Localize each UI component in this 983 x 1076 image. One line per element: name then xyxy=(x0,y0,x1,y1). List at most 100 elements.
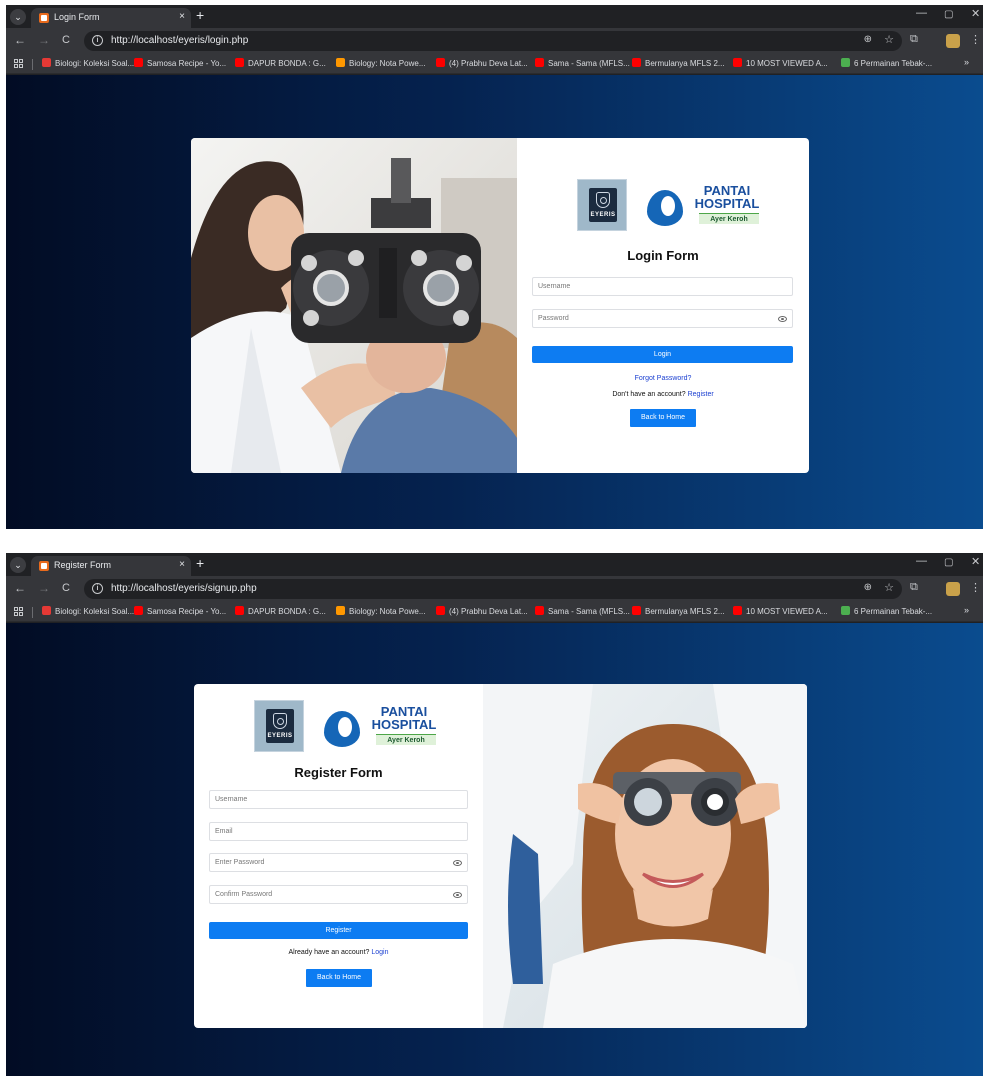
login-button[interactable]: Login xyxy=(532,346,793,363)
password-input[interactable]: Enter Password xyxy=(209,853,468,872)
maximize-icon[interactable]: ▢ xyxy=(944,9,953,20)
tab-search-icon[interactable]: ⌄ xyxy=(10,557,26,573)
bookmark-label: 6 Permainan Tebak-... xyxy=(854,607,933,616)
bookmark-item[interactable]: (4) Prabhu Deva Lat... xyxy=(436,606,528,619)
bookmark-favicon-icon xyxy=(436,58,445,67)
bookmarks-overflow-icon[interactable]: » xyxy=(964,605,969,615)
back-icon[interactable]: ← xyxy=(14,581,26,595)
page-viewport: EYERIS PANTAI HOSPITAL Ayer Keroh Regist… xyxy=(6,623,983,1076)
apps-grid-icon[interactable] xyxy=(14,607,24,617)
bookmark-favicon-icon xyxy=(436,606,445,615)
confirm-password-placeholder: Confirm Password xyxy=(215,891,273,898)
new-tab-icon[interactable]: + xyxy=(196,7,204,23)
bookmark-favicon-icon xyxy=(42,58,51,67)
bookmark-item[interactable]: (4) Prabhu Deva Lat... xyxy=(436,58,528,71)
tab-search-icon[interactable]: ⌄ xyxy=(10,9,26,25)
bookmark-label: Biologi: Koleksi Soal... xyxy=(55,59,135,68)
back-to-home-button[interactable]: Back to Home xyxy=(630,409,696,427)
menu-kebab-icon[interactable]: ⋮ xyxy=(970,33,981,46)
back-icon[interactable]: ← xyxy=(14,33,26,47)
bookmarks-overflow-icon[interactable]: » xyxy=(964,57,969,67)
forward-icon[interactable]: → xyxy=(38,33,50,47)
bookmark-item[interactable]: Sama - Sama (MFLS... xyxy=(535,58,630,71)
bookmark-item[interactable]: Biology: Nota Powe... xyxy=(336,58,425,71)
bookmark-item[interactable]: DAPUR BONDA : G... xyxy=(235,58,326,71)
new-tab-icon[interactable]: + xyxy=(196,555,204,571)
address-bar[interactable]: i http://localhost/eyeris/signup.php ⊕ ☆ xyxy=(84,579,902,599)
tab-login-form[interactable]: Login Form × xyxy=(31,8,191,28)
profile-avatar[interactable] xyxy=(946,582,960,596)
forgot-password-link[interactable]: Forgot Password? xyxy=(635,375,692,382)
bookmark-item[interactable]: Sama - Sama (MFLS... xyxy=(535,606,630,619)
username-input[interactable]: Username xyxy=(532,277,793,296)
password-input[interactable]: Password xyxy=(532,309,793,328)
bookmark-label: (4) Prabhu Deva Lat... xyxy=(449,607,528,616)
reload-icon[interactable]: C xyxy=(62,582,70,594)
bookmark-favicon-icon xyxy=(733,606,742,615)
register-button[interactable]: Register xyxy=(209,922,468,939)
window-close-icon[interactable]: ✕ xyxy=(971,555,980,568)
bookmark-item[interactable]: 10 MOST VIEWED A... xyxy=(733,58,828,71)
extensions-icon[interactable]: ⧉ xyxy=(910,33,918,46)
email-input[interactable]: Email xyxy=(209,822,468,841)
profile-avatar[interactable] xyxy=(946,34,960,48)
browser-toolbar: ← → C i http://localhost/eyeris/signup.p… xyxy=(6,576,983,602)
apps-grid-icon[interactable] xyxy=(14,59,24,69)
forgot-password-row: Forgot Password? xyxy=(517,375,809,382)
bookmark-favicon-icon xyxy=(235,606,244,615)
address-bar[interactable]: i http://localhost/eyeris/login.php ⊕ ☆ xyxy=(84,31,902,51)
login-form-pane: EYERIS PANTAI HOSPITAL Ayer Keroh Login … xyxy=(517,138,809,473)
bookmark-item[interactable]: 6 Permainan Tebak-... xyxy=(841,58,932,71)
bookmark-star-icon[interactable]: ☆ xyxy=(884,581,894,594)
bookmark-label: (4) Prabhu Deva Lat... xyxy=(449,59,528,68)
bookmark-label: DAPUR BONDA : G... xyxy=(248,59,326,68)
confirm-password-input[interactable]: Confirm Password xyxy=(209,885,468,904)
zoom-icon[interactable]: ⊕ xyxy=(864,34,872,45)
trial-frame-illustration xyxy=(483,684,807,1028)
back-to-home-button[interactable]: Back to Home xyxy=(306,969,372,987)
forward-icon[interactable]: → xyxy=(38,581,50,595)
tab-register-form[interactable]: Register Form × xyxy=(31,556,191,576)
bookmark-star-icon[interactable]: ☆ xyxy=(884,33,894,46)
tab-close-icon[interactable]: × xyxy=(179,11,185,22)
bookmark-item[interactable]: Biologi: Koleksi Soal... xyxy=(42,606,134,619)
tab-strip: ⌄ Register Form × + — ▢ ✕ xyxy=(6,553,983,576)
reload-icon[interactable]: C xyxy=(62,34,70,46)
bookmark-favicon-icon xyxy=(632,58,641,67)
url-text[interactable]: http://localhost/eyeris/login.php xyxy=(111,35,248,46)
url-text[interactable]: http://localhost/eyeris/signup.php xyxy=(111,583,257,594)
show-password-icon[interactable] xyxy=(453,860,462,866)
minimize-icon[interactable]: — xyxy=(916,555,927,567)
site-info-icon[interactable]: i xyxy=(92,583,103,594)
browser-toolbar: ← → C i http://localhost/eyeris/login.ph… xyxy=(6,28,983,54)
bookmark-item[interactable]: Biologi: Koleksi Soal... xyxy=(42,58,134,71)
extensions-icon[interactable]: ⧉ xyxy=(910,581,918,594)
bookmark-item[interactable]: Biology: Nota Powe... xyxy=(336,606,425,619)
bookmark-item[interactable]: Samosa Recipe - Yo... xyxy=(134,606,226,619)
show-password-icon[interactable] xyxy=(778,316,787,322)
username-input[interactable]: Username xyxy=(209,790,468,809)
bookmark-favicon-icon xyxy=(134,606,143,615)
show-confirm-password-icon[interactable] xyxy=(453,892,462,898)
bookmark-item[interactable]: DAPUR BONDA : G... xyxy=(235,606,326,619)
window-close-icon[interactable]: ✕ xyxy=(971,7,980,20)
bookmark-item[interactable]: Bermulanya MFLS 2... xyxy=(632,58,725,71)
zoom-icon[interactable]: ⊕ xyxy=(864,582,872,593)
tab-close-icon[interactable]: × xyxy=(179,559,185,570)
login-link[interactable]: Login xyxy=(371,949,388,956)
bookmark-favicon-icon xyxy=(632,606,641,615)
maximize-icon[interactable]: ▢ xyxy=(944,557,953,568)
login-browser-window: ⌄ Login Form × + — ▢ ✕ ← → C i http://lo… xyxy=(6,5,983,529)
bookmark-item[interactable]: Bermulanya MFLS 2... xyxy=(632,606,725,619)
eyeris-shield-icon xyxy=(596,192,610,208)
bookmark-item[interactable]: 6 Permainan Tebak-... xyxy=(841,606,932,619)
password-placeholder: Enter Password xyxy=(215,859,265,866)
minimize-icon[interactable]: — xyxy=(916,7,927,19)
menu-kebab-icon[interactable]: ⋮ xyxy=(970,581,981,594)
bookmark-item[interactable]: 10 MOST VIEWED A... xyxy=(733,606,828,619)
site-info-icon[interactable]: i xyxy=(92,35,103,46)
bookmark-item[interactable]: Samosa Recipe - Yo... xyxy=(134,58,226,71)
pantai-hospital-name: PANTAI HOSPITAL xyxy=(694,183,760,211)
register-link[interactable]: Register xyxy=(688,391,714,398)
bookmark-favicon-icon xyxy=(42,606,51,615)
